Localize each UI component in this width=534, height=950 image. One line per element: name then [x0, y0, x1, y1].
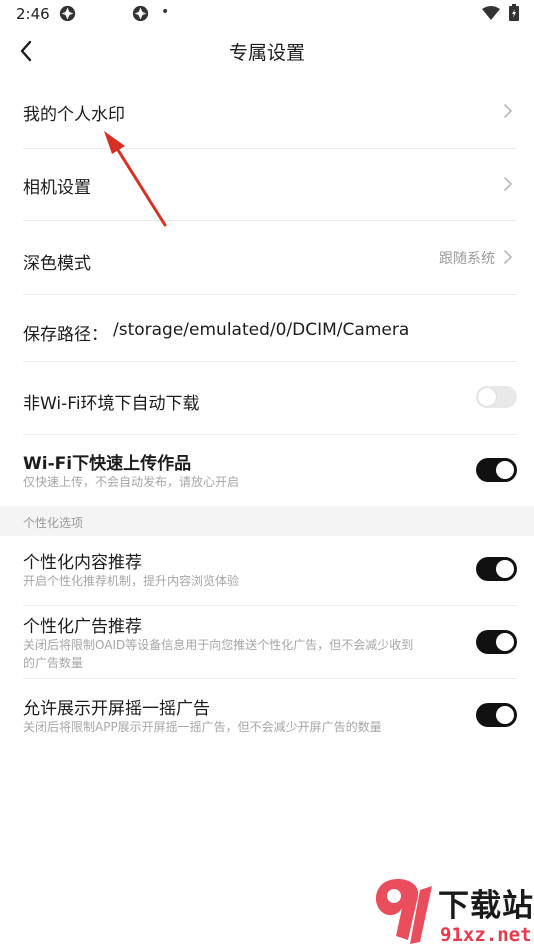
wifi-upload-toggle[interactable] [476, 458, 517, 482]
chevron-right-icon [504, 104, 513, 118]
app-notification-icon [132, 5, 149, 22]
section-header: 个性化选项 [0, 506, 534, 536]
watermark-url: 91xz.net [440, 924, 532, 946]
settings-item-label: 个性化广告推荐 [23, 617, 142, 637]
settings-item-save-path: 保存路径： /storage/emulated/0/DCIM/Camera [23, 295, 517, 361]
settings-item-ad-recommendation: 个性化广告推荐 关闭后将限制OAID等设备信息用于向您推送个性化广告，但不会减少… [23, 606, 517, 678]
non-wifi-download-toggle[interactable] [476, 386, 517, 408]
ad-recommendation-toggle[interactable] [476, 630, 517, 654]
settings-item-label: 深色模式 [23, 254, 91, 274]
settings-item-label: 我的个人水印 [23, 105, 125, 125]
shake-ad-toggle[interactable] [476, 703, 517, 727]
settings-item-label: 个性化内容推荐 [23, 553, 142, 573]
settings-item-description: 关闭后将限制APP展示开屏摇一摇广告，但不会减少开屏广告的数量 [23, 720, 382, 734]
settings-item-wifi-upload: Wi-Fi下快速上传作品 仅快速上传，不会自动发布，请放心开启 [23, 435, 517, 506]
settings-item-description: 的广告数量 [23, 656, 84, 670]
settings-item-label: 相机设置 [23, 178, 91, 198]
settings-item-label: 允许展示开屏摇一摇广告 [23, 699, 210, 719]
chevron-right-icon [504, 250, 513, 264]
settings-item-dark-mode[interactable]: 深色模式 跟随系统 [23, 221, 517, 294]
settings-item-description: 关闭后将限制OAID等设备信息用于向您推送个性化广告，但不会减少收到 [23, 638, 414, 652]
settings-item-content-recommendation: 个性化内容推荐 开启个性化推荐机制，提升内容浏览体验 [23, 536, 517, 605]
status-time: 2:46 [16, 5, 50, 23]
wifi-icon [482, 6, 500, 20]
settings-item-description: 仅快速上传，不会自动发布，请放心开启 [23, 475, 240, 489]
battery-icon [509, 4, 519, 21]
site-watermark: 下载站 91xz.net [368, 876, 534, 950]
app-header: 专属设置 [0, 28, 534, 74]
settings-item-non-wifi-download: 非Wi-Fi环境下自动下载 [23, 362, 517, 434]
settings-item-label: 保存路径： [23, 325, 108, 345]
save-path-value: /storage/emulated/0/DCIM/Camera [113, 320, 410, 340]
watermark-logo-icon [375, 878, 432, 944]
content-recommendation-toggle[interactable] [476, 557, 517, 581]
app-notification-icon [59, 5, 76, 22]
settings-item-description: 开启个性化推荐机制，提升内容浏览体验 [23, 574, 240, 588]
chevron-right-icon [504, 177, 513, 191]
settings-item-label: Wi-Fi下快速上传作品 [23, 454, 192, 474]
dark-mode-value: 跟随系统 [439, 251, 495, 267]
settings-item-shake-ad: 允许展示开屏摇一摇广告 关闭后将限制APP展示开屏摇一摇广告，但不会减少开屏广告… [23, 679, 517, 749]
settings-item-watermark[interactable]: 我的个人水印 [23, 74, 517, 148]
status-bar: 2:46 • [0, 0, 534, 28]
page-title: 专属设置 [228, 42, 305, 64]
watermark-title: 下载站 [438, 888, 534, 924]
notification-dot: • [161, 4, 170, 20]
settings-item-camera[interactable]: 相机设置 [23, 149, 517, 221]
section-title: 个性化选项 [23, 516, 84, 530]
settings-item-label: 非Wi-Fi环境下自动下载 [23, 394, 200, 414]
